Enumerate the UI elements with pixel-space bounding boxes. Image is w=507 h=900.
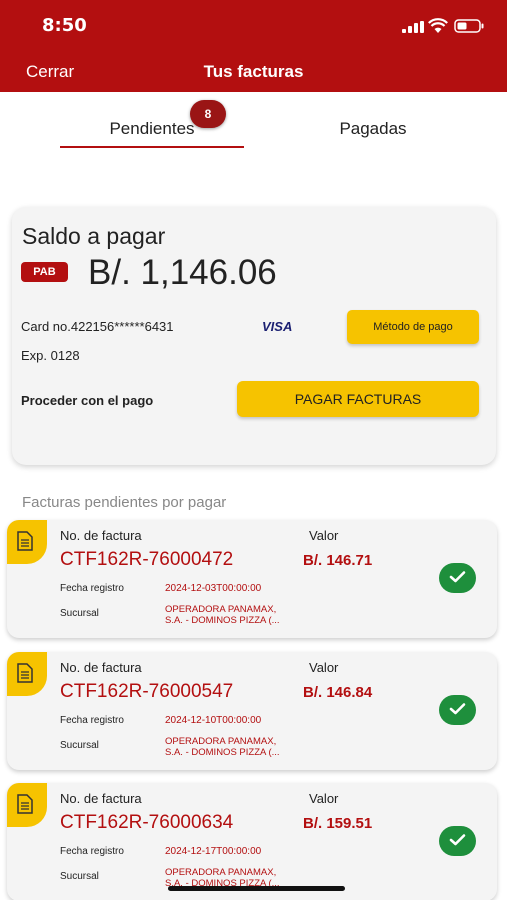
- payment-method-button[interactable]: Método de pago: [347, 310, 479, 344]
- balance-amount: B/. 1,146.06: [88, 253, 277, 292]
- card-number: Card no.422156******6431: [21, 319, 174, 334]
- invoice-card[interactable]: No. de factura Valor CTF162R-76000472 B/…: [7, 520, 497, 638]
- document-icon: [7, 652, 47, 696]
- invoice-number-label: No. de factura: [60, 791, 142, 806]
- pending-count-badge: 8: [190, 100, 226, 128]
- invoice-date: 2024-12-17T00:00:00: [165, 846, 262, 857]
- balance-summary-card: Saldo a pagar PAB B/. 1,146.06 Card no.4…: [12, 207, 496, 465]
- date-label: Fecha registro: [60, 715, 124, 726]
- section-title: Facturas pendientes por pagar: [22, 494, 227, 511]
- invoice-card[interactable]: No. de factura Valor CTF162R-76000634 B/…: [7, 783, 497, 900]
- header: 8:50 Cerrar Tus facturas: [0, 0, 507, 92]
- invoice-date: 2024-12-10T00:00:00: [165, 715, 262, 726]
- check-icon[interactable]: [439, 826, 476, 856]
- signal-icon: [402, 21, 424, 33]
- card-expiry: Exp. 0128: [21, 348, 80, 363]
- invoice-number-label: No. de factura: [60, 660, 142, 675]
- invoice-amount: B/. 146.71: [303, 552, 373, 569]
- currency-badge: PAB: [21, 262, 68, 282]
- invoice-number-label: No. de factura: [60, 528, 142, 543]
- proceed-label: Proceder con el pago: [21, 393, 154, 408]
- invoice-number: CTF162R-76000634: [60, 812, 234, 833]
- status-time: 8:50: [42, 15, 87, 36]
- invoice-number: CTF162R-76000472: [60, 549, 234, 570]
- value-label: Valor: [309, 528, 339, 543]
- active-tab-indicator: [60, 146, 244, 148]
- invoice-branch: OPERADORA PANAMAX, S.A. - DOMINOS PIZZA (…: [165, 736, 315, 758]
- branch-line-1: OPERADORA PANAMAX,: [165, 867, 277, 878]
- nav-bar: Cerrar Tus facturas: [0, 50, 507, 92]
- branch-label: Sucursal: [60, 740, 99, 751]
- balance-label: Saldo a pagar: [22, 223, 166, 249]
- status-bar: 8:50: [0, 0, 507, 50]
- branch-line-1: OPERADORA PANAMAX,: [165, 736, 277, 747]
- branch-label: Sucursal: [60, 871, 99, 882]
- tabs: Pendientes 8 Pagadas: [0, 92, 507, 162]
- document-icon: [7, 783, 47, 827]
- page-title: Tus facturas: [203, 62, 304, 81]
- date-label: Fecha registro: [60, 846, 124, 857]
- date-label: Fecha registro: [60, 583, 124, 594]
- document-icon: [7, 520, 47, 564]
- invoice-branch: OPERADORA PANAMAX, S.A. - DOMINOS PIZZA (…: [165, 604, 315, 626]
- invoice-amount: B/. 146.84: [303, 684, 373, 701]
- value-label: Valor: [309, 791, 339, 806]
- check-icon[interactable]: [439, 563, 476, 593]
- branch-label: Sucursal: [60, 608, 99, 619]
- value-label: Valor: [309, 660, 339, 675]
- pay-invoices-button[interactable]: PAGAR FACTURAS: [237, 381, 479, 417]
- branch-line-2: S.A. - DOMINOS PIZZA (...: [165, 747, 280, 758]
- invoice-amount: B/. 159.51: [303, 815, 373, 832]
- battery-icon: [454, 19, 484, 33]
- branch-line-2: S.A. - DOMINOS PIZZA (...: [165, 615, 280, 626]
- tab-paid[interactable]: Pagadas: [290, 119, 456, 139]
- branch-line-1: OPERADORA PANAMAX,: [165, 604, 277, 615]
- wifi-icon: [428, 18, 448, 33]
- visa-logo: VISA: [262, 319, 293, 334]
- check-icon[interactable]: [439, 695, 476, 725]
- invoice-card[interactable]: No. de factura Valor CTF162R-76000547 B/…: [7, 652, 497, 770]
- home-indicator: [168, 886, 345, 891]
- invoice-number: CTF162R-76000547: [60, 681, 234, 702]
- invoice-date: 2024-12-03T00:00:00: [165, 583, 262, 594]
